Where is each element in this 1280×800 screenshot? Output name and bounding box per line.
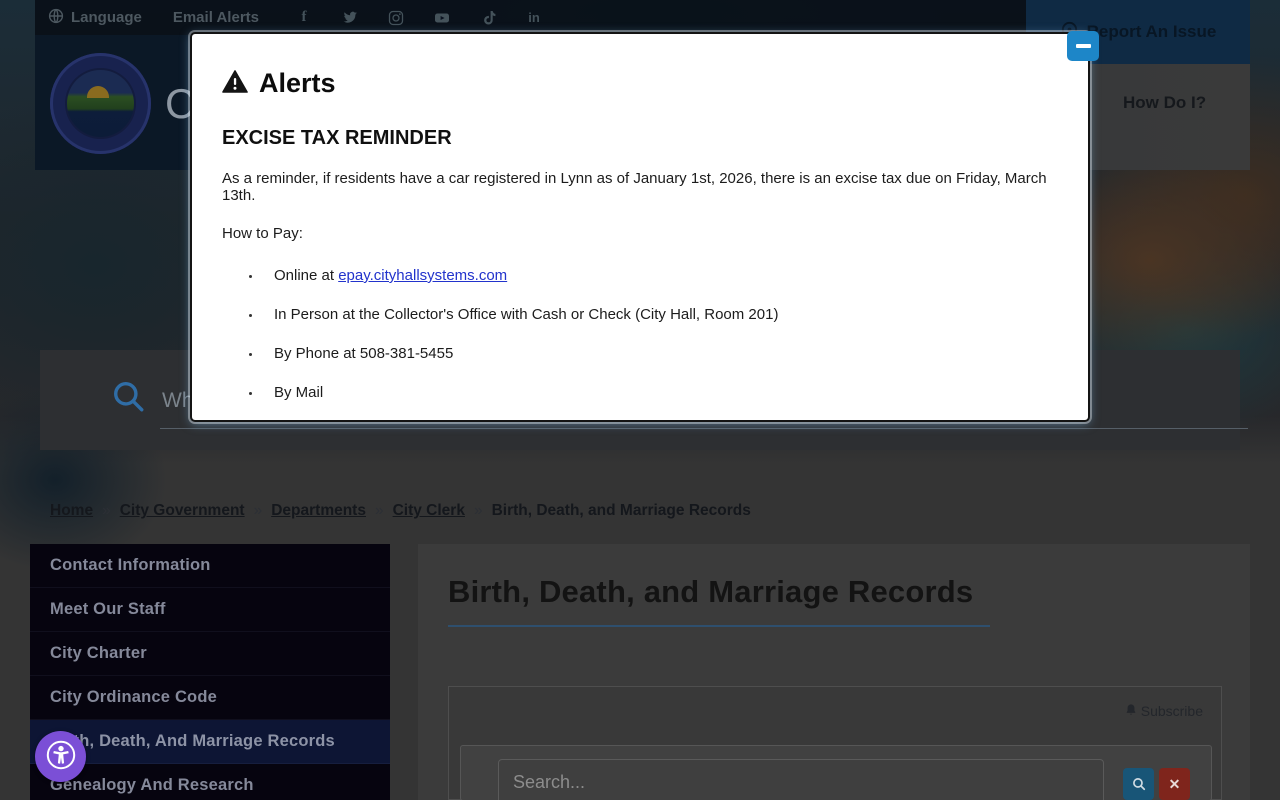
twitter-icon[interactable] [341, 9, 359, 26]
widget-search-button[interactable] [1123, 768, 1154, 800]
page-title: Birth, Death, and Marriage Records [448, 574, 974, 609]
facebook-icon[interactable]: f [295, 9, 313, 26]
breadcrumb-home[interactable]: Home [50, 502, 93, 520]
globe-icon [48, 8, 64, 28]
widget-search-input[interactable] [498, 759, 1104, 800]
epay-link[interactable]: epay.cityhallsystems.com [338, 267, 507, 284]
email-alerts-label: Email Alerts [172, 9, 259, 26]
breadcrumb: Home » City Government » Departments » C… [50, 502, 751, 520]
list-item-in-person: In Person at the Collector's Office with… [262, 306, 1058, 323]
lynn-city-seal-logo[interactable] [50, 53, 151, 154]
warning-icon [222, 69, 248, 98]
breadcrumb-city-clerk[interactable]: City Clerk [393, 502, 465, 520]
accessibility-icon [45, 739, 77, 774]
social-icons-row: f in [295, 9, 543, 26]
seal-sun-graphic [87, 86, 109, 98]
breadcrumb-separator: » [374, 502, 384, 519]
alerts-modal: Alerts EXCISE TAX REMINDER As a reminder… [190, 32, 1090, 422]
widget-clear-button[interactable]: ✕ [1159, 768, 1190, 800]
sidebar-item-genealogy-and-research[interactable]: Genealogy And Research [30, 764, 390, 800]
breadcrumb-departments[interactable]: Departments [271, 502, 366, 520]
widget-search-bar: ✕ [460, 745, 1212, 800]
bell-icon [1125, 703, 1137, 719]
search-icon[interactable] [112, 380, 146, 419]
title-underline [448, 625, 990, 627]
breadcrumb-separator: » [253, 502, 263, 519]
alert-body-text: As a reminder, if residents have a car r… [222, 170, 1047, 204]
subscribe-label: Subscribe [1140, 703, 1203, 719]
list-item-by-phone: By Phone at 508-381-5455 [262, 345, 1058, 362]
minimize-alert-button[interactable] [1067, 31, 1099, 61]
alert-heading: EXCISE TAX REMINDER [222, 127, 452, 149]
nav-how-do-i[interactable]: How Do I? [1123, 93, 1206, 113]
list-item-by-mail: By Mail [262, 384, 1058, 401]
language-menu[interactable]: Language [48, 8, 142, 28]
alerts-modal-header: Alerts [222, 68, 1058, 99]
youtube-icon[interactable] [433, 9, 451, 26]
sidebar-item-city-charter[interactable]: City Charter [30, 632, 390, 676]
payment-options-list: Online at epay.cityhallsystems.com In Pe… [222, 267, 1058, 401]
alert-how-to-pay: How to Pay: [222, 225, 303, 242]
sidebar-item-meet-our-staff[interactable]: Meet Our Staff [30, 588, 390, 632]
alerts-modal-title: Alerts [259, 68, 336, 98]
sidebar-item-city-ordinance-code[interactable]: City Ordinance Code [30, 676, 390, 720]
accessibility-widget-button[interactable] [35, 731, 86, 782]
breadcrumb-separator: » [473, 502, 483, 519]
breadcrumb-current-page: Birth, Death, and Marriage Records [491, 502, 751, 519]
breadcrumb-separator: » [102, 502, 111, 519]
linkedin-icon[interactable]: in [525, 9, 543, 26]
records-search-widget: Subscribe ✕ [448, 686, 1222, 800]
subscribe-link[interactable]: Subscribe [1125, 703, 1203, 719]
breadcrumb-city-government[interactable]: City Government [120, 502, 245, 520]
main-content-panel: Birth, Death, and Marriage Records Subsc… [418, 544, 1250, 800]
sidebar-item-contact-information[interactable]: Contact Information [30, 544, 390, 588]
instagram-icon[interactable] [387, 9, 405, 26]
email-alerts-link[interactable]: Email Alerts [173, 9, 259, 26]
language-label: Language [71, 9, 142, 26]
report-issue-label: Report An Issue [1086, 22, 1217, 41]
page: Language Email Alerts f in Report An Iss… [0, 0, 1280, 800]
tiktok-icon[interactable] [479, 9, 497, 26]
list-item-online: Online at epay.cityhallsystems.com [262, 267, 1058, 284]
minus-icon [1075, 44, 1091, 48]
